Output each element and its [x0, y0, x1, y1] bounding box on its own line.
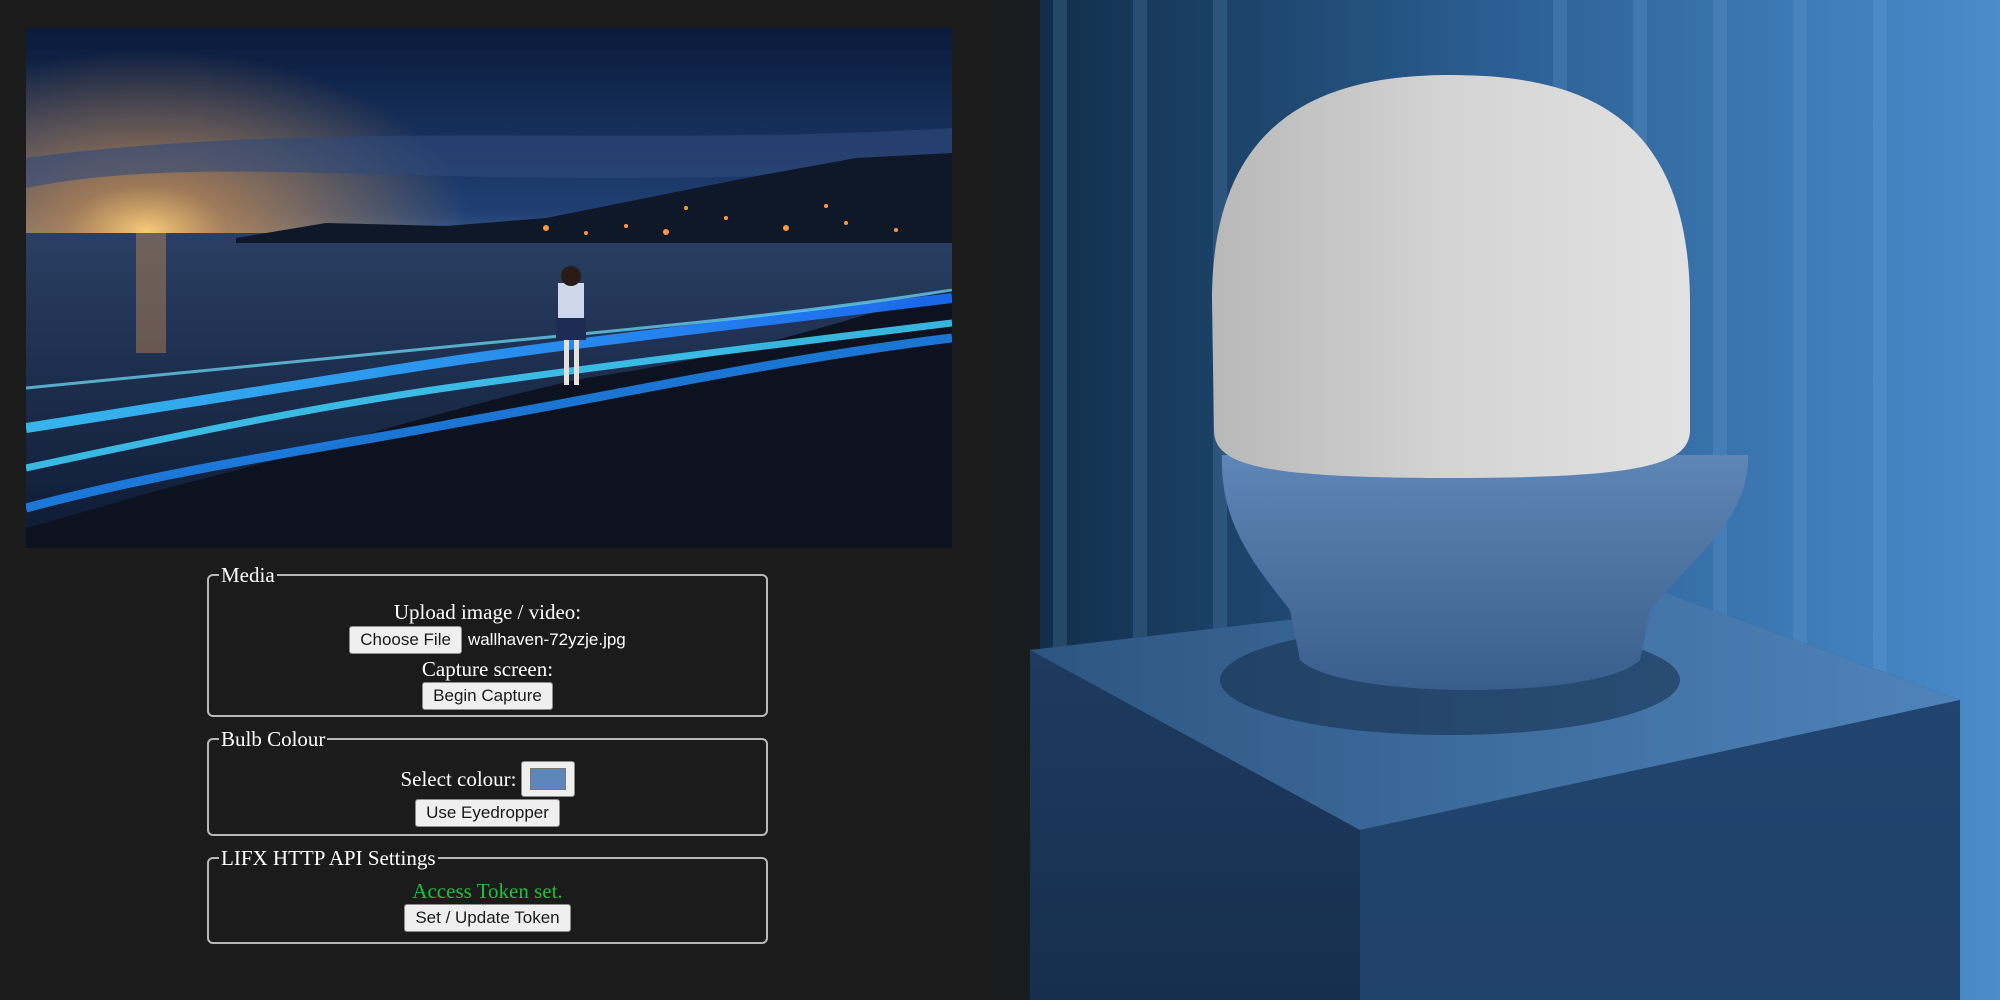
lifx-settings-panel: LIFX HTTP API Settings Access Token set.…	[207, 848, 768, 944]
begin-capture-button[interactable]: Begin Capture	[422, 682, 553, 710]
choose-file-button[interactable]: Choose File	[349, 626, 462, 654]
token-status-text: Access Token set.	[412, 879, 563, 903]
colour-swatch	[529, 768, 566, 790]
bulb-photo	[1000, 0, 2000, 1000]
colour-picker-input[interactable]	[520, 761, 575, 797]
control-pane: Media Upload image / video: Choose File …	[0, 0, 1000, 1000]
bulb-colour-panel: Bulb Colour Select colour: Use Eyedroppe…	[207, 729, 768, 836]
selected-file-name: wallhaven-72yzje.jpg	[467, 630, 626, 649]
bulb-colour-legend: Bulb Colour	[221, 727, 326, 751]
use-eyedropper-button[interactable]: Use Eyedropper	[415, 799, 560, 827]
media-preview-image	[26, 28, 952, 548]
set-update-token-button[interactable]: Set / Update Token	[404, 904, 571, 932]
select-colour-label: Select colour:	[400, 767, 517, 791]
lifx-settings-legend: LIFX HTTP API Settings	[221, 846, 436, 870]
capture-label: Capture screen:	[421, 657, 554, 681]
media-panel: Media Upload image / video: Choose File …	[207, 565, 768, 717]
media-legend: Media	[221, 563, 275, 587]
upload-label: Upload image / video:	[393, 600, 582, 624]
file-input[interactable]: Choose File wallhaven-72yzje.jpg	[349, 626, 626, 654]
